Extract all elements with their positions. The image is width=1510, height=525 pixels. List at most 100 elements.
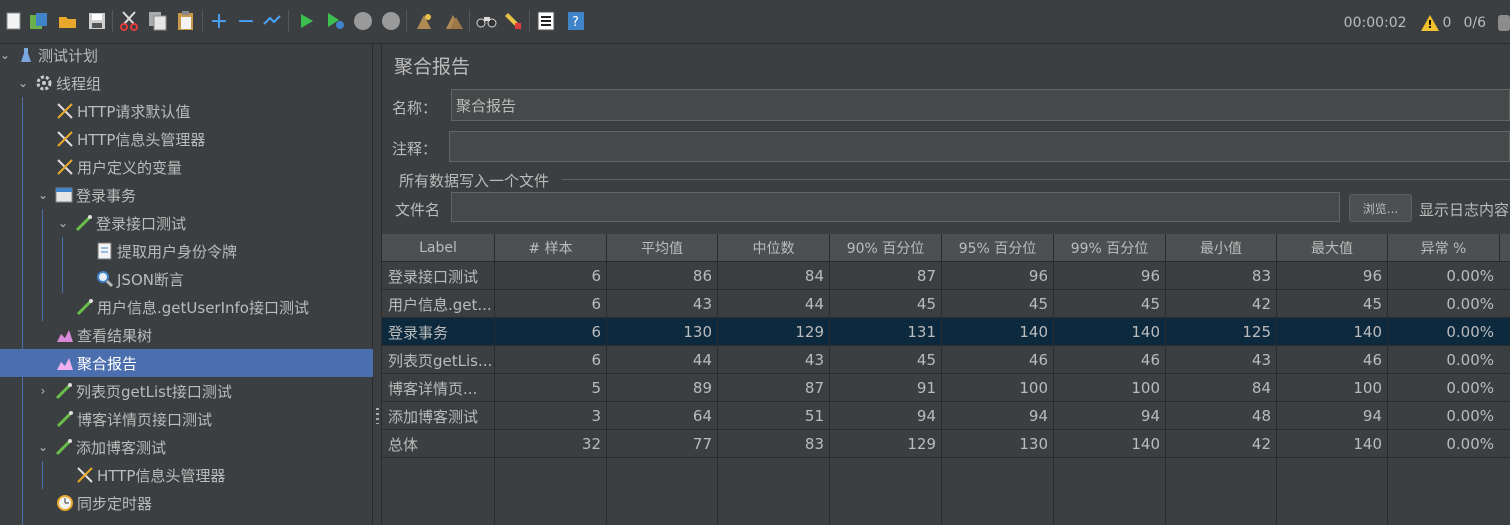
start-no-pause-icon[interactable] — [326, 10, 346, 32]
search-icon[interactable] — [476, 10, 498, 32]
column-header-p95[interactable]: 95% 百分位 — [942, 234, 1054, 262]
tree-item-header-manager-2[interactable]: HTTP信息头管理器 — [0, 461, 373, 489]
table-row[interactable]: 添加博客测试 3 64 51 94 94 94 48 94 0.00% — [382, 402, 1510, 430]
tree-item-user-variables[interactable]: 用户定义的变量 — [0, 153, 373, 181]
table-cell: 6 — [591, 267, 601, 285]
filename-input[interactable] — [451, 192, 1340, 222]
new-plan-icon[interactable] — [4, 10, 24, 32]
table-cell: 140 — [1131, 435, 1160, 453]
post-processor-icon — [96, 242, 114, 260]
tree-item-sync-timer[interactable]: 同步定时器 — [0, 489, 373, 517]
table-row[interactable]: 博客详情页... 5 89 87 91 100 100 84 100 0.00% — [382, 374, 1510, 402]
tree-item-test-plan[interactable]: ⌄ 测试计划 — [0, 41, 373, 69]
tree-item-aggregate-report[interactable]: 聚合报告 — [0, 349, 373, 377]
chevron-right-icon[interactable]: › — [37, 384, 49, 398]
grid-line — [382, 289, 1510, 290]
paste-icon[interactable] — [176, 10, 196, 32]
table-cell: 6 — [591, 323, 601, 341]
column-header-error[interactable]: 异常 % — [1388, 234, 1500, 262]
sampler-icon — [75, 214, 93, 232]
table-cell: 46 — [1362, 351, 1382, 369]
table-row[interactable]: 登录事务 6 130 129 131 140 140 125 140 0.00% — [382, 318, 1510, 346]
tree-item-view-results-tree[interactable]: 查看结果树 — [0, 321, 373, 349]
column-header-median[interactable]: 中位数 — [718, 234, 830, 262]
split-pane-divider[interactable] — [373, 44, 382, 525]
sampler-icon — [55, 438, 73, 456]
chevron-down-icon[interactable]: ⌄ — [17, 76, 29, 90]
table-cell: 0.00% — [1446, 323, 1494, 341]
shutdown-icon[interactable] — [381, 10, 401, 32]
log-display-label[interactable]: 显示日志内容 — [1419, 199, 1509, 220]
tree-item-add-blog[interactable]: ⌄ 添加博客测试 — [0, 433, 373, 461]
warning-icon[interactable] — [1420, 15, 1439, 31]
table-cell: 45 — [1028, 295, 1048, 313]
drag-handle-icon[interactable] — [376, 408, 379, 424]
chevron-down-icon[interactable]: ⌄ — [0, 48, 11, 62]
table-cell: 94 — [916, 407, 936, 425]
table-cell: 100 — [1019, 379, 1048, 397]
collapse-icon[interactable]: − — [236, 9, 256, 34]
table-row[interactable]: 用户信息.get... 6 43 44 45 45 45 42 45 0.00% — [382, 290, 1510, 318]
chevron-down-icon[interactable]: ⌄ — [37, 188, 49, 202]
column-header-samples[interactable]: # 样本 — [495, 234, 607, 262]
table-cell: 77 — [692, 435, 712, 453]
grid-line — [1276, 262, 1277, 525]
chevron-down-icon[interactable]: ⌄ — [57, 216, 69, 230]
column-header-max[interactable]: 最大值 — [1277, 234, 1388, 262]
table-cell: 130 — [1019, 435, 1048, 453]
browse-button[interactable]: 浏览... — [1349, 194, 1412, 222]
file-group-label: 所有数据写入一个文件 — [399, 172, 550, 190]
comment-field[interactable] — [449, 131, 1510, 162]
clear-all-icon[interactable] — [444, 10, 464, 32]
table-row[interactable]: 总体 32 77 83 129 130 140 42 140 0.00% — [382, 430, 1510, 458]
copy-icon[interactable] — [148, 10, 168, 32]
table-cell: 96 — [1362, 267, 1382, 285]
tree-item-login-api[interactable]: ⌄ 登录接口测试 — [0, 209, 373, 237]
save-icon[interactable] — [87, 10, 107, 32]
templates-icon[interactable] — [29, 10, 49, 32]
chevron-down-icon[interactable]: ⌄ — [37, 440, 49, 454]
name-field[interactable]: 聚合报告 — [451, 89, 1510, 121]
tree-item-json-assertion[interactable]: JSON断言 — [0, 265, 373, 293]
table-cell-label: 登录事务 — [388, 323, 449, 342]
table-cell: 64 — [692, 407, 712, 425]
toggle-icon[interactable] — [262, 10, 282, 32]
table-cell: 100 — [1353, 379, 1382, 397]
comment-label: 注释： — [392, 140, 438, 158]
cut-icon[interactable] — [119, 10, 139, 32]
table-cell: 94 — [1362, 407, 1382, 425]
table-cell: 44 — [804, 295, 824, 313]
table-cell: 42 — [1251, 295, 1271, 313]
reset-search-icon[interactable] — [503, 10, 523, 32]
table-cell: 84 — [1251, 379, 1271, 397]
warning-count: 0 — [1442, 15, 1452, 31]
help-icon[interactable]: ? — [566, 10, 586, 32]
column-header-label[interactable]: Label — [382, 234, 495, 262]
table-cell: 0.00% — [1446, 267, 1494, 285]
stop-icon[interactable] — [353, 10, 373, 32]
open-icon[interactable] — [58, 10, 78, 32]
tree-item-login-transaction[interactable]: ⌄ 登录事务 — [0, 181, 373, 209]
tree-item-header-manager[interactable]: HTTP信息头管理器 — [0, 125, 373, 153]
tree-item-extract-token[interactable]: 提取用户身份令牌 — [0, 237, 373, 265]
expand-icon[interactable]: + — [209, 9, 229, 34]
column-header-average[interactable]: 平均值 — [607, 234, 718, 262]
column-header-min[interactable]: 最小值 — [1166, 234, 1277, 262]
table-cell: 83 — [804, 435, 824, 453]
table-cell: 0.00% — [1446, 351, 1494, 369]
tree-item-thread-group[interactable]: ⌄ 线程组 — [0, 69, 373, 97]
column-header-p90[interactable]: 90% 百分位 — [830, 234, 942, 262]
tree-item-blog-detail-api[interactable]: 博客详情页接口测试 — [0, 405, 373, 433]
table-cell: 45 — [1140, 295, 1160, 313]
test-plan-tree: ⌄ 测试计划 ⌄ 线程组 HTTP请求默认值 HTTP信息头管理器 用户定义的变… — [0, 44, 373, 525]
tree-item-getlist-api[interactable]: › 列表页getList接口测试 — [0, 377, 373, 405]
column-header-p99[interactable]: 99% 百分位 — [1054, 234, 1166, 262]
start-icon[interactable] — [297, 10, 317, 32]
table-cell: 96 — [1028, 267, 1048, 285]
clear-icon[interactable] — [414, 10, 434, 32]
table-row[interactable]: 列表页getLis... 6 44 43 45 46 46 43 46 0.00% — [382, 346, 1510, 374]
function-helper-icon[interactable] — [536, 10, 556, 32]
tree-item-userinfo-api[interactable]: 用户信息.getUserInfo接口测试 — [0, 293, 373, 321]
tree-item-http-defaults[interactable]: HTTP请求默认值 — [0, 97, 373, 125]
table-row[interactable]: 登录接口测试 6 86 84 87 96 96 83 96 0.00% — [382, 262, 1510, 290]
